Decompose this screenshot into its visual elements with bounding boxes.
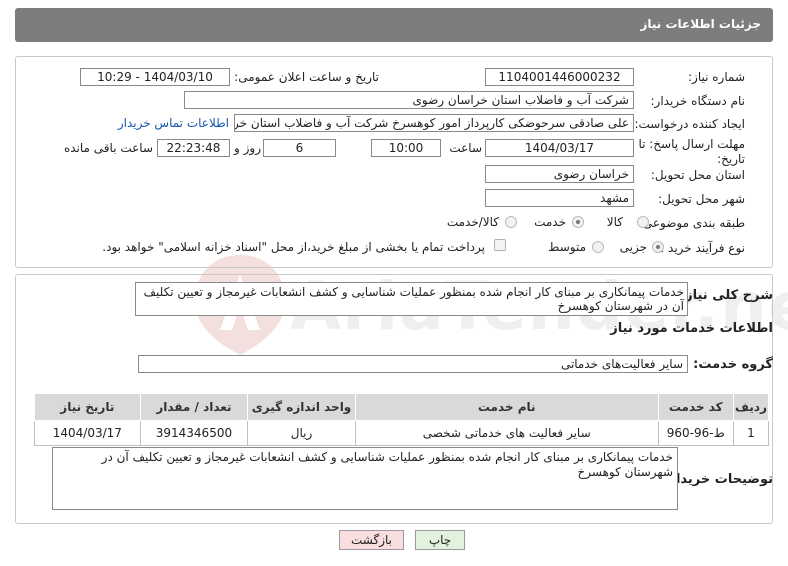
print-button[interactable]: چاپ [415, 530, 465, 550]
services-table: ردیف کد خدمت نام خدمت واحد اندازه گیری ت… [34, 393, 770, 446]
process-radio-medium[interactable] [592, 241, 604, 253]
need-number-field[interactable]: 1104001446000232 [485, 68, 634, 86]
buyer-notes-label: توضیحات خریدار: [663, 472, 773, 487]
summary-textarea[interactable]: خدمات پیمانکاری بر مبنای کار انجام شده ب… [135, 282, 688, 316]
category-radio-service[interactable] [572, 216, 584, 228]
header-bar: جزئیات اطلاعات نیاز [15, 8, 773, 42]
contact-buyer-link[interactable]: اطلاعات تماس خریدار [118, 116, 229, 130]
category-option-goods-service: کالا/خدمت [446, 215, 499, 229]
table-row: 1 ط-96-960 سایر فعالیت های خدماتی شخصی ر… [34, 420, 770, 446]
deadline-time-field[interactable]: 10:00 [371, 139, 441, 157]
payment-note: پرداخت تمام یا بخشی از مبلغ خرید،از محل … [102, 240, 485, 254]
deadline-date-field[interactable]: 1404/03/17 [485, 139, 634, 157]
need-number-label: شماره نیاز: [688, 70, 745, 84]
table-header-row: ردیف کد خدمت نام خدمت واحد اندازه گیری ت… [34, 393, 770, 421]
service-group-label: گروه خدمت: [693, 357, 773, 372]
col-service-name: نام خدمت [354, 393, 659, 421]
payment-checkbox[interactable] [494, 239, 506, 251]
deadline-label: مهلت ارسال پاسخ: تا [638, 137, 745, 151]
service-group-field[interactable]: سایر فعالیت‌های خدماتی [138, 355, 688, 373]
announce-date-label: تاریخ و ساعت اعلان عمومی: [234, 70, 379, 84]
creator-label: ایجاد کننده درخواست: [634, 117, 745, 131]
cell-need-date: 1404/03/17 [34, 420, 141, 446]
remaining-time-field[interactable]: 22:23:48 [157, 139, 230, 157]
announce-date-field[interactable]: 1404/03/10 - 10:29 [80, 68, 230, 86]
need-info-panel [15, 56, 773, 268]
process-radio-minor[interactable] [652, 241, 664, 253]
col-quantity: تعداد / مقدار [139, 393, 249, 421]
cell-unit: ریال [247, 420, 356, 446]
city-field[interactable]: مشهد [485, 189, 634, 207]
cell-service-code: ط-96-960 [657, 420, 734, 446]
category-radio-goods[interactable] [637, 216, 649, 228]
province-label: استان محل تحویل: [650, 168, 745, 182]
buyer-org-field[interactable]: شرکت آب و فاضلاب استان خراسان رضوی [184, 91, 634, 109]
cell-row-number: 1 [732, 420, 770, 446]
cell-service-name: سایر فعالیت های خدماتی شخصی [354, 420, 659, 446]
col-service-code: کد خدمت [657, 393, 734, 421]
col-row-number: ردیف [732, 393, 770, 421]
services-title: اطلاعات خدمات مورد نیاز [610, 321, 773, 336]
category-option-goods: کالا [606, 215, 623, 229]
summary-label: شرح کلی نیاز: [679, 288, 773, 303]
remaining-days-field[interactable]: 6 [263, 139, 336, 157]
creator-field[interactable]: علی صادقی سرحوضکی کارپرداز امور کوهسرخ ش… [234, 114, 634, 132]
province-field[interactable]: خراسان رضوی [485, 165, 634, 183]
buyer-org-label: نام دستگاه خریدار: [650, 94, 746, 108]
buyer-notes-textarea[interactable]: خدمات پیمانکاری بر مبنای کار انجام شده ب… [52, 447, 678, 510]
cell-quantity: 3914346500 [139, 420, 249, 446]
city-label: شهر محل تحویل: [658, 192, 745, 206]
page-title: جزئیات اطلاعات نیاز [640, 17, 761, 31]
process-option-medium: متوسط [548, 240, 586, 254]
process-option-minor: جزیی [619, 240, 647, 254]
process-label: نوع فرآیند خرید : [660, 241, 745, 255]
deadline-label-date: تاریخ: [717, 152, 745, 166]
col-unit: واحد اندازه گیری [247, 393, 356, 421]
col-need-date: تاریخ نیاز [34, 393, 141, 421]
days-label: روز و [234, 141, 261, 155]
category-option-service: خدمت [534, 215, 566, 229]
category-label: طبقه بندی موضوعی: [638, 216, 745, 230]
deadline-time-label: ساعت [449, 141, 482, 155]
remaining-time-label: ساعت باقی مانده [63, 141, 153, 155]
back-button[interactable]: بازگشت [339, 530, 404, 550]
category-radio-goods-service[interactable] [505, 216, 517, 228]
